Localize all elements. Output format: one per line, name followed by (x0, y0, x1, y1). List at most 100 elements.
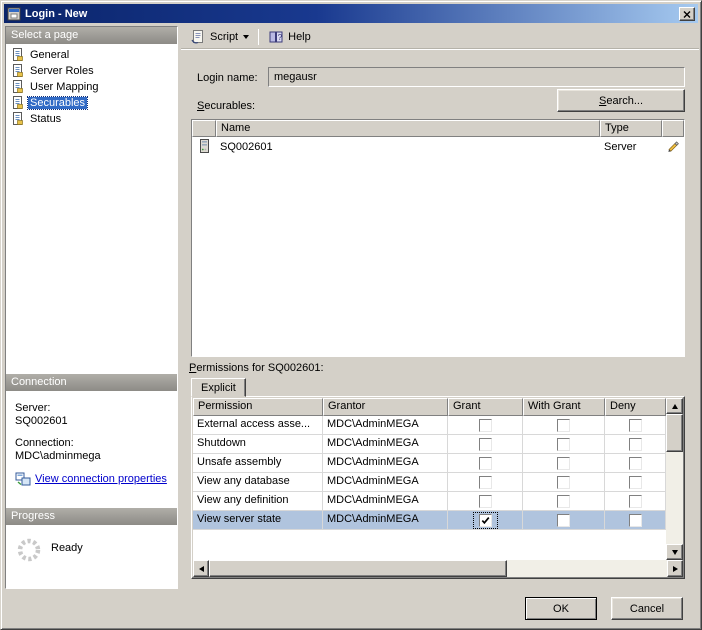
permissions-horizontal-scrollbar[interactable] (193, 560, 683, 577)
col-grant[interactable]: Grant (448, 398, 523, 416)
scroll-right-button[interactable] (667, 560, 683, 577)
sidebar-item-label: Securables (28, 97, 87, 109)
sidebar-item-status[interactable]: Status (6, 111, 177, 127)
grantor-cell: MDC\AdminMEGA (323, 454, 448, 473)
titlebar[interactable]: Login - New (4, 4, 698, 23)
with-grant-checkbox[interactable] (557, 476, 570, 489)
ok-button[interactable]: OK (525, 597, 597, 620)
grantor-cell: MDC\AdminMEGA (323, 416, 448, 435)
permissions-frame: Permission Grantor Grant With Grant Deny… (191, 396, 685, 579)
deny-checkbox[interactable] (629, 438, 642, 451)
login-name-label: Login name: (197, 72, 258, 84)
page-icon-user-mapping (11, 80, 25, 94)
with-grant-checkbox[interactable] (557, 514, 570, 527)
help-button[interactable]: ? Help (263, 27, 316, 47)
toolbar-separator (258, 29, 259, 45)
sidebar-item-server-roles[interactable]: Server Roles (6, 63, 177, 79)
with-grant-checkbox[interactable] (557, 438, 570, 451)
permission-name-cell: View any database (193, 473, 323, 492)
permission-name-cell: View any definition (193, 492, 323, 511)
sidebar-item-securables[interactable]: Securables (6, 95, 177, 111)
view-connection-properties-link[interactable]: View connection properties (35, 473, 167, 485)
permission-row-view-any-definition[interactable]: View any definitionMDC\AdminMEGA (193, 492, 666, 511)
scroll-down-button[interactable] (666, 544, 683, 560)
arrow-up-icon (672, 404, 678, 409)
deny-checkbox[interactable] (629, 476, 642, 489)
deny-checkbox[interactable] (629, 514, 642, 527)
securables-col-type[interactable]: Type (600, 120, 662, 137)
script-icon (190, 29, 206, 45)
with-grant-checkbox[interactable] (557, 419, 570, 432)
with-grant-checkbox[interactable] (557, 495, 570, 508)
progress-status: Ready (51, 542, 83, 554)
server-icon (197, 139, 211, 156)
close-button[interactable] (679, 7, 695, 21)
help-icon: ? (268, 29, 284, 45)
securables-table: Name Type SQ002601Server (191, 119, 685, 357)
sidebar: Select a page GeneralServer Roles User Ma… (5, 26, 178, 589)
select-a-page-header: Select a page (6, 27, 177, 44)
deny-checkbox[interactable] (629, 457, 642, 470)
grant-checkbox[interactable] (479, 495, 492, 508)
arrow-right-icon (673, 566, 678, 572)
deny-checkbox[interactable] (629, 495, 642, 508)
permissions-rows: External access asse...MDC\AdminMEGAShut… (193, 416, 666, 530)
permission-row-shutdown[interactable]: ShutdownMDC\AdminMEGA (193, 435, 666, 454)
sidebar-item-label: Status (28, 113, 63, 125)
grant-checkbox[interactable] (479, 457, 492, 470)
with-grant-checkbox[interactable] (557, 457, 570, 470)
server-value: SQ002601 (15, 415, 177, 428)
sidebar-item-label: User Mapping (28, 81, 100, 93)
col-deny[interactable]: Deny (605, 398, 666, 416)
securables-rows: SQ002601Server (192, 137, 684, 157)
securable-row[interactable]: SQ002601Server (192, 137, 684, 157)
login-new-dialog: Login - New Select a page GeneralServer … (0, 0, 702, 630)
page-icon-securables (11, 96, 25, 110)
permission-row-view-server-state[interactable]: View server stateMDC\AdminMEGA (193, 511, 666, 530)
securables-col-name[interactable]: Name (216, 120, 600, 137)
cancel-button[interactable]: Cancel (611, 597, 683, 620)
grantor-cell: MDC\AdminMEGA (323, 435, 448, 454)
grant-checkbox[interactable] (479, 476, 492, 489)
arrow-down-icon (672, 550, 678, 555)
horizontal-scroll-thumb[interactable] (209, 560, 507, 577)
script-dropdown-arrow[interactable] (243, 35, 249, 39)
permission-row-view-any-database[interactable]: View any databaseMDC\AdminMEGA (193, 473, 666, 492)
col-with-grant[interactable]: With Grant (523, 398, 605, 416)
tab-explicit[interactable]: Explicit (191, 378, 246, 397)
sidebar-item-user-mapping[interactable]: User Mapping (6, 79, 177, 95)
window-title: Login - New (25, 8, 679, 20)
sidebar-item-general[interactable]: General (6, 47, 177, 63)
scroll-up-button[interactable] (666, 398, 683, 414)
grant-checkbox[interactable] (479, 438, 492, 451)
permissions-label: Permissions for SQ002601: (189, 362, 324, 374)
window-icon (7, 7, 21, 21)
deny-checkbox[interactable] (629, 419, 642, 432)
page-icon-status (11, 112, 25, 126)
login-name-field[interactable]: megausr (268, 67, 685, 87)
close-icon (683, 6, 691, 21)
connection-section-header: Connection (6, 374, 177, 391)
grant-checkbox[interactable] (479, 514, 492, 527)
connection-label: Connection: (15, 437, 177, 450)
permission-row-external-access-asse-[interactable]: External access asse...MDC\AdminMEGA (193, 416, 666, 435)
permission-name-cell: Shutdown (193, 435, 323, 454)
grant-checkbox[interactable] (479, 419, 492, 432)
col-permission[interactable]: Permission (193, 398, 323, 416)
col-grantor[interactable]: Grantor (323, 398, 448, 416)
sidebar-pages: GeneralServer Roles User Mapping Securable… (6, 44, 177, 374)
connection-panel: Server: SQ002601 Connection: MDC\adminme… (6, 391, 177, 508)
permission-row-unsafe-assembly[interactable]: Unsafe assemblyMDC\AdminMEGA (193, 454, 666, 473)
permissions-vertical-scrollbar[interactable] (666, 398, 683, 560)
arrow-left-icon (199, 566, 204, 572)
script-button-label: Script (210, 31, 238, 43)
scroll-left-button[interactable] (193, 560, 209, 577)
help-button-label: Help (288, 31, 311, 43)
search-button[interactable]: Search... (557, 89, 685, 112)
vertical-scroll-thumb[interactable] (666, 414, 683, 452)
grantor-cell: MDC\AdminMEGA (323, 511, 448, 530)
edit-icon[interactable] (666, 139, 680, 156)
script-button[interactable]: Script (185, 27, 254, 47)
securable-name: SQ002601 (216, 141, 600, 153)
securables-col-end (662, 120, 684, 137)
